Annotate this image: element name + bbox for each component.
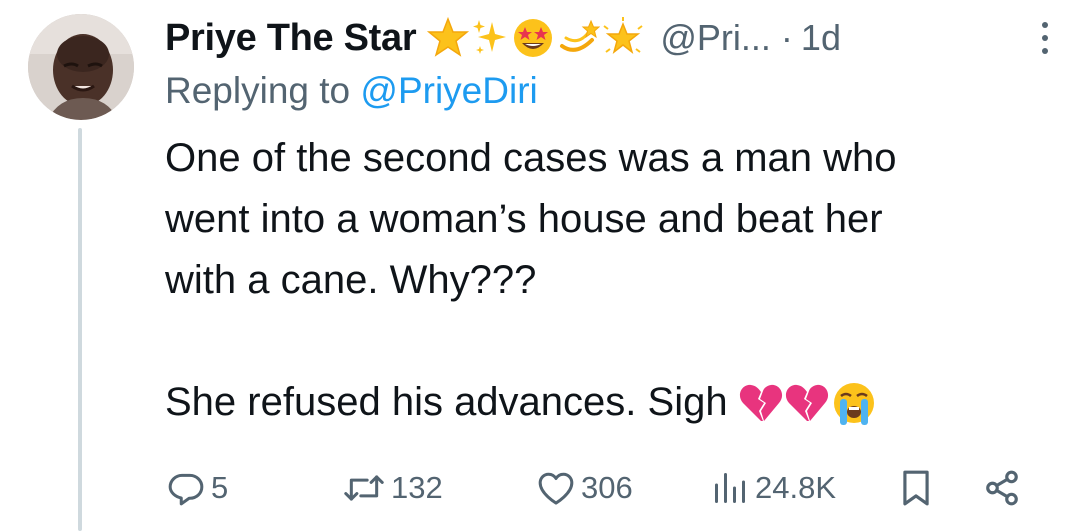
author-name-emojis xyxy=(426,16,646,60)
share-button[interactable] xyxy=(983,466,1021,510)
like-button[interactable]: 306 xyxy=(537,466,633,510)
tweet-text-line: with a cane. Why??? xyxy=(165,258,537,302)
like-count: 306 xyxy=(581,470,633,505)
star-icon xyxy=(427,16,470,57)
author-handle[interactable]: @Pri... xyxy=(660,17,771,59)
star-struck-icon xyxy=(514,19,553,57)
dizzy-icon xyxy=(560,19,601,52)
bookmark-icon xyxy=(903,470,929,506)
author-display-name[interactable]: Priye The Star xyxy=(165,17,417,60)
repost-count: 132 xyxy=(391,470,443,505)
views-count: 24.8K xyxy=(755,470,837,505)
repost-button[interactable]: 132 xyxy=(343,466,443,510)
avatar[interactable] xyxy=(28,14,134,120)
reply-count: 5 xyxy=(211,470,229,505)
more-options-icon[interactable] xyxy=(1040,20,1050,56)
replying-to: Replying to @PriyeDiri xyxy=(165,68,1045,114)
tweet-header: Priye The Star @Pri... · 1d xyxy=(165,14,1045,62)
avatar-column xyxy=(28,14,140,120)
glowing-star-icon xyxy=(603,17,643,54)
tweet-text-line: She refused his advances. Sigh xyxy=(165,372,1035,433)
views-button[interactable]: 24.8K xyxy=(711,466,836,510)
replying-to-mention[interactable]: @PriyeDiri xyxy=(360,70,537,111)
tweet[interactable]: Priye The Star @Pri... · 1d Replying to … xyxy=(0,0,1080,531)
reply-icon xyxy=(168,473,204,506)
sparkles-icon xyxy=(473,20,507,54)
tweet-time[interactable]: 1d xyxy=(801,17,841,59)
share-icon xyxy=(986,470,1018,506)
thread-line xyxy=(78,128,82,531)
analytics-icon xyxy=(715,473,745,503)
tweet-text-line: went into a woman’s house and beat her xyxy=(165,197,883,241)
header-separator: · xyxy=(780,17,793,58)
tweet-actions: 5 132 306 24.8K xyxy=(165,466,1035,510)
tweet-text: One of the second cases was a man who we… xyxy=(165,128,1035,433)
tweet-text-line: One of the second cases was a man who xyxy=(165,136,897,180)
broken-heart-icon xyxy=(785,384,828,421)
heart-icon xyxy=(538,472,574,505)
broken-heart-icon xyxy=(739,384,782,421)
repost-icon xyxy=(344,475,384,501)
loudly-crying-face-icon xyxy=(833,382,874,425)
replying-to-prefix: Replying to xyxy=(165,70,351,111)
tweet-content: Priye The Star @Pri... · 1d Replying to … xyxy=(165,14,1045,433)
bookmark-button[interactable] xyxy=(899,466,933,510)
tweet-text-blank-line xyxy=(165,311,1035,372)
tweet-text-line-content: She refused his advances. Sigh xyxy=(165,380,728,424)
reply-button[interactable]: 5 xyxy=(167,466,228,510)
tweet-text-emojis xyxy=(738,380,878,426)
